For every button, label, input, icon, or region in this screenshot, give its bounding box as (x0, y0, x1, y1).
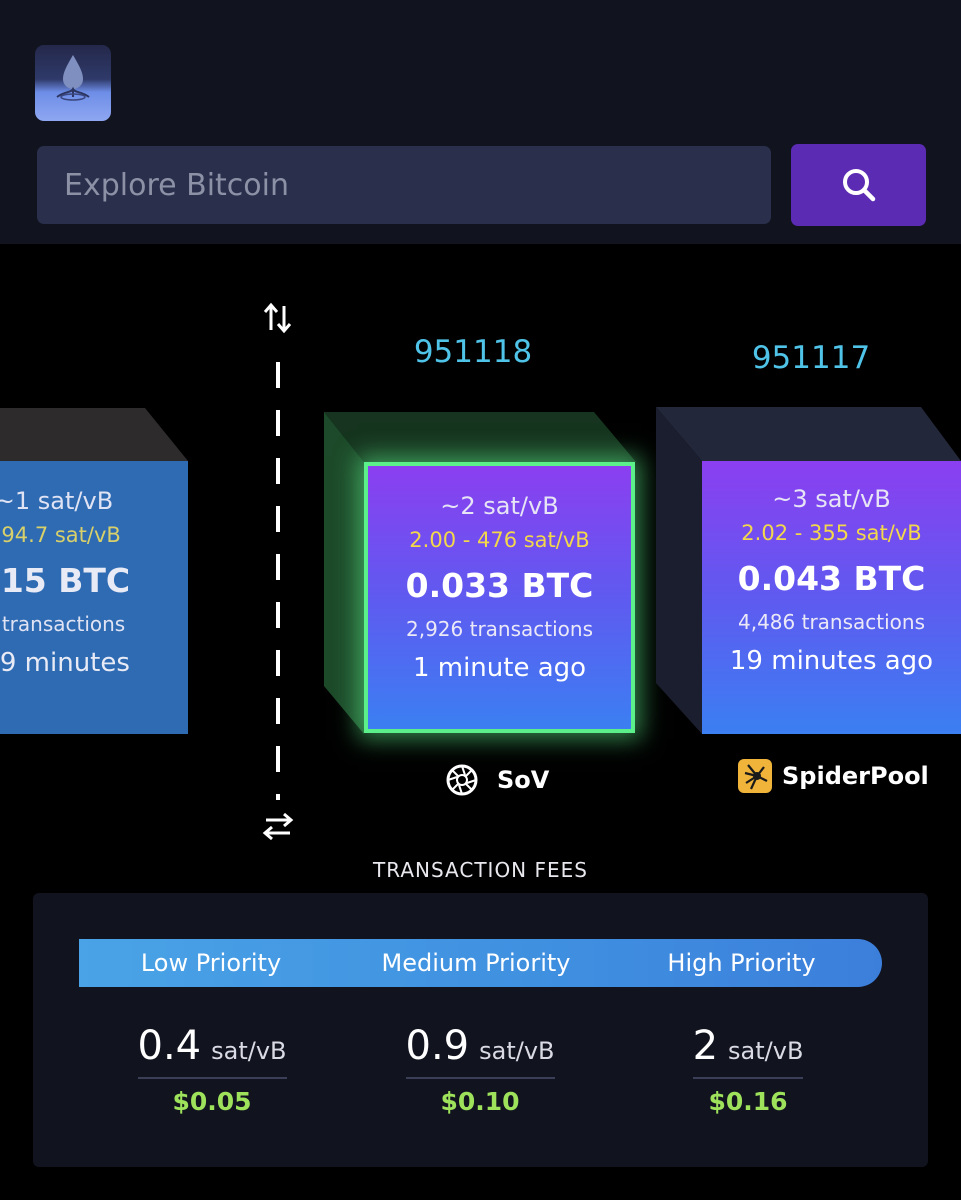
block-time: 19 minutes ago (729, 646, 934, 676)
fee-value: 2 (692, 1023, 719, 1069)
block-median-fee: ~2 sat/vB (440, 492, 559, 520)
block-height[interactable]: 951118 (373, 334, 573, 370)
fees-panel: Low Priority Medium Priority High Priori… (33, 893, 928, 1167)
pool-sov[interactable]: SoV (445, 763, 549, 797)
block-total-fees: 015 BTC (0, 561, 131, 600)
block-height[interactable]: 951117 (711, 340, 911, 376)
fee-low: 0.4 sat/vB $0.05 (112, 1023, 312, 1116)
fee-high: 2 sat/vB $0.16 (648, 1023, 848, 1116)
arrows-up-down-icon (263, 302, 292, 334)
block-tx-count: 2,926 transactions (405, 617, 593, 641)
block-fee-range: 2.02 - 355 sat/vB (741, 521, 922, 545)
pool-name: SoV (497, 766, 550, 794)
priority-label-medium: Medium Priority (381, 949, 571, 977)
search-input[interactable] (37, 146, 771, 224)
pool-spiderpool[interactable]: SpiderPool (738, 759, 929, 793)
fees-title: TRANSACTION FEES (373, 858, 588, 882)
fee-value: 0.4 (137, 1023, 202, 1069)
aperture-icon (446, 764, 478, 796)
fee-unit: sat/vB (728, 1037, 804, 1065)
fee-value: 0.9 (405, 1023, 470, 1069)
block-total-fees: 0.043 BTC (737, 559, 926, 598)
fee-usd: $0.05 (172, 1087, 252, 1116)
header (0, 0, 961, 244)
block-tx-count: 4,486 transactions (737, 610, 925, 634)
priority-header: Low Priority Medium Priority High Priori… (79, 939, 882, 987)
search-icon (842, 169, 875, 202)
block-tx-count: 2 transactions (0, 612, 126, 636)
arrows-left-right-icon (262, 812, 294, 841)
priority-label-high: High Priority (667, 949, 816, 977)
block-951118[interactable]: ~2 sat/vB 2.00 - 476 sat/vB 0.033 BTC 2,… (322, 410, 638, 736)
water-drop-icon (56, 55, 90, 101)
mempool-divider (262, 300, 294, 850)
block-total-fees: 0.033 BTC (405, 566, 594, 605)
fee-usd: $0.16 (708, 1087, 788, 1116)
fee-usd: $0.10 (440, 1087, 520, 1116)
fee-unit: sat/vB (211, 1037, 287, 1065)
logo[interactable] (35, 45, 111, 121)
block-951117[interactable]: ~3 sat/vB 2.02 - 355 sat/vB 0.043 BTC 4,… (656, 407, 961, 734)
block-fee-range: 2.00 - 476 sat/vB (409, 528, 590, 552)
block-time: ~9 minutes (0, 648, 130, 678)
block-median-fee: ~3 sat/vB (772, 485, 891, 513)
spider-icon (738, 759, 772, 793)
block-time: 1 minute ago (412, 653, 587, 683)
block-pending[interactable]: ~1 sat/vB - 94.7 sat/vB 015 BTC 2 transa… (0, 408, 188, 734)
pool-name: SpiderPool (782, 762, 929, 790)
fee-medium: 0.9 sat/vB $0.10 (380, 1023, 580, 1116)
block-median-fee: ~1 sat/vB (0, 487, 114, 515)
search-button[interactable] (791, 144, 926, 226)
priority-label-low: Low Priority (140, 949, 282, 977)
block-fee-range: - 94.7 sat/vB (0, 523, 121, 547)
fee-unit: sat/vB (479, 1037, 555, 1065)
